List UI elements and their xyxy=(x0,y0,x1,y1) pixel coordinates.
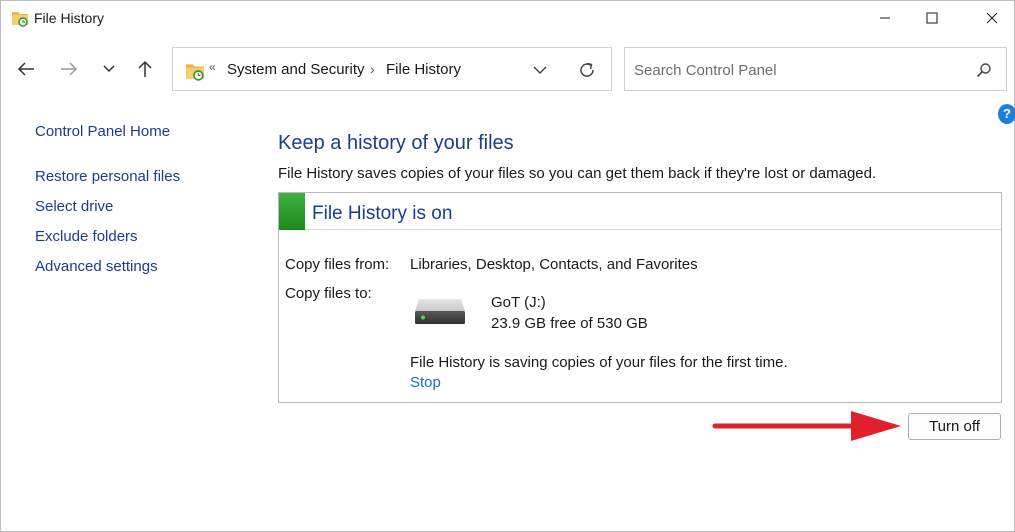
page-heading: Keep a history of your files xyxy=(278,132,514,154)
minimize-button[interactable] xyxy=(862,1,908,35)
window-title: File History xyxy=(34,10,105,26)
close-button[interactable] xyxy=(969,1,1015,35)
copy-from-label: Copy files from: xyxy=(285,256,390,273)
breadcrumb-file-history[interactable]: File History xyxy=(386,61,461,78)
refresh-icon xyxy=(580,62,594,77)
status-title: File History is on xyxy=(312,203,453,224)
forward-button[interactable] xyxy=(57,57,81,81)
drive-name: GoT (J:) xyxy=(491,294,546,311)
title-bar: File History xyxy=(1,1,1014,37)
status-indicator xyxy=(279,193,305,230)
status-message: File History is saving copies of your fi… xyxy=(410,354,788,371)
copy-from-value: Libraries, Desktop, Contacts, and Favori… xyxy=(410,256,698,273)
help-icon[interactable]: ? xyxy=(998,104,1015,124)
red-arrow-annotation-icon xyxy=(712,411,901,441)
address-overflow[interactable]: « xyxy=(209,60,216,74)
up-button[interactable] xyxy=(133,57,157,81)
sidebar-item-control-panel-home[interactable]: Control Panel Home xyxy=(35,123,170,140)
breadcrumb-separator[interactable]: › xyxy=(370,61,375,77)
breadcrumb-system-and-security[interactable]: System and Security xyxy=(227,61,365,78)
search-icon[interactable] xyxy=(976,62,992,83)
stop-link[interactable]: Stop xyxy=(410,374,441,391)
address-dropdown-button[interactable] xyxy=(533,62,547,80)
status-header: File History is on xyxy=(279,193,1001,230)
copy-to-label: Copy files to: xyxy=(285,285,372,302)
sidebar-item-restore-personal-files[interactable]: Restore personal files xyxy=(35,168,180,185)
status-panel: File History is on Copy files from: Libr… xyxy=(278,192,1002,403)
file-history-window: File History « System and Security › Fil… xyxy=(0,0,1015,532)
arrow-left-icon xyxy=(17,62,34,76)
address-bar[interactable]: « System and Security › File History xyxy=(172,47,612,91)
back-button[interactable] xyxy=(14,57,38,81)
search-input[interactable]: Search Control Panel xyxy=(624,47,1007,91)
arrow-right-icon xyxy=(61,62,78,76)
page-description: File History saves copies of your files … xyxy=(278,165,877,182)
sidebar-item-select-drive[interactable]: Select drive xyxy=(35,198,113,215)
hard-drive-icon xyxy=(413,297,467,332)
turn-off-button[interactable]: Turn off xyxy=(908,413,1001,440)
chevron-down-icon xyxy=(533,66,547,75)
sidebar-item-advanced-settings[interactable]: Advanced settings xyxy=(35,258,158,275)
arrow-up-icon xyxy=(138,60,152,77)
recent-locations-button[interactable] xyxy=(97,57,121,81)
sidebar-item-exclude-folders[interactable]: Exclude folders xyxy=(35,228,138,245)
refresh-button[interactable] xyxy=(577,60,597,85)
search-placeholder: Search Control Panel xyxy=(634,62,777,79)
file-history-folder-icon xyxy=(11,9,29,27)
chevron-down-icon xyxy=(103,65,115,73)
file-history-folder-icon xyxy=(185,61,205,81)
drive-free-space: 23.9 GB free of 530 GB xyxy=(491,315,648,332)
maximize-button[interactable] xyxy=(909,1,955,35)
